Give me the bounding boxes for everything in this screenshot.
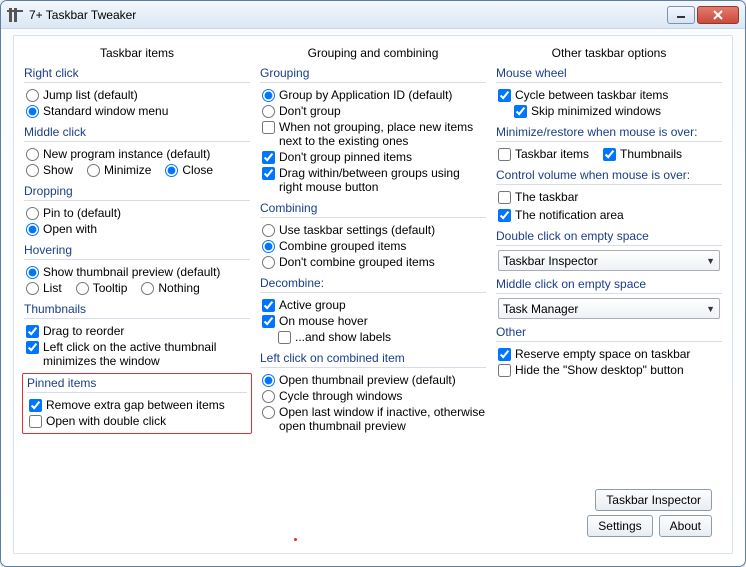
radio-cycle-windows[interactable] [262,390,275,403]
check-reserve-empty-space[interactable] [498,348,511,361]
column-taskbar-items: Taskbar items Right click Jump list (def… [22,44,252,545]
taskbar-inspector-button[interactable]: Taskbar Inspector [595,489,712,511]
group-hovering: Hovering [24,243,252,257]
group-right-click: Right click [24,66,252,80]
annotation-dot [294,538,297,541]
radio-open-with[interactable] [26,223,39,236]
radio-nothing[interactable] [141,282,154,295]
group-middle-click: Middle click [24,125,252,139]
check-drag-to-reorder[interactable] [26,325,39,338]
minimize-button[interactable] [667,6,695,24]
radio-use-taskbar-settings[interactable] [262,224,275,237]
dropdown-dblclick-value: Taskbar Inspector [503,254,598,268]
column-grouping-combining: Grouping and combining Grouping Group by… [258,44,488,545]
radio-open-thumbnail-preview[interactable] [262,374,275,387]
group-combining: Combining [260,201,488,215]
group-grouping: Grouping [260,66,488,80]
dropdown-dblclick[interactable]: Taskbar Inspector ▼ [498,250,720,271]
radio-combine-grouped[interactable] [262,240,275,253]
radio-dont-group[interactable] [262,105,275,118]
radio-group-by-appid[interactable] [262,89,275,102]
check-active-group[interactable] [262,299,275,312]
app-icon [7,7,23,23]
radio-jump-list[interactable] [26,89,39,102]
check-remove-extra-gap[interactable] [29,399,42,412]
radio-new-program-instance[interactable] [26,148,39,161]
check-skip-minimized[interactable] [514,105,527,118]
group-mouse-wheel: Mouse wheel [496,66,724,80]
dropdown-midclick-value: Task Manager [503,302,578,316]
check-hide-show-desktop[interactable] [498,364,511,377]
radio-pin-to[interactable] [26,207,39,220]
group-decombine: Decombine: [260,276,488,290]
check-leftclick-thumbnail-minimize[interactable] [26,341,39,354]
radio-list[interactable] [26,282,39,295]
pinned-items-highlight: Pinned items Remove extra gap between it… [22,373,252,434]
titlebar[interactable]: 7+ Taskbar Tweaker [1,1,745,29]
col2-title: Grouping and combining [258,46,488,60]
check-notification-area[interactable] [498,209,511,222]
check-thumbnails[interactable] [603,148,616,161]
about-button[interactable]: About [659,515,712,537]
client-area: Taskbar items Right click Jump list (def… [13,35,733,554]
radio-minimize[interactable] [87,164,100,177]
window-title: 7+ Taskbar Tweaker [29,8,136,22]
radio-standard-window-menu[interactable] [26,105,39,118]
settings-button[interactable]: Settings [587,515,652,537]
radio-open-last-window[interactable] [262,406,275,419]
check-open-double-click[interactable] [29,415,42,428]
check-dont-group-pinned[interactable] [262,151,275,164]
check-on-mouse-hover[interactable] [262,315,275,328]
check-taskbar-items[interactable] [498,148,511,161]
col3-title: Other taskbar options [494,46,724,60]
check-cycle-taskbar-items[interactable] [498,89,511,102]
group-leftclick-combined: Left click on combined item [260,351,488,365]
check-drag-within-groups[interactable] [262,167,275,180]
group-other: Other [496,325,724,339]
column-other-options: Other taskbar options Mouse wheel Cycle … [494,44,724,545]
col1-title: Taskbar items [22,46,252,60]
check-the-taskbar[interactable] [498,191,511,204]
group-dblclick-empty: Double click on empty space [496,229,724,243]
group-pinned-items: Pinned items [27,376,249,390]
chevron-down-icon: ▼ [706,304,715,314]
group-midclick-empty: Middle click on empty space [496,277,724,291]
chevron-down-icon: ▼ [706,256,715,266]
radio-tooltip[interactable] [76,282,89,295]
radio-show[interactable] [26,164,39,177]
check-place-new-next[interactable] [262,121,275,134]
group-minimize-restore: Minimize/restore when mouse is over: [496,125,724,139]
group-dropping: Dropping [24,184,252,198]
radio-close[interactable] [165,164,178,177]
app-window: 7+ Taskbar Tweaker Taskbar items Right c… [0,0,746,567]
radio-show-thumbnail-preview[interactable] [26,266,39,279]
dropdown-midclick[interactable]: Task Manager ▼ [498,298,720,319]
bottom-buttons: Taskbar Inspector Settings About [587,485,716,537]
radio-dont-combine-grouped[interactable] [262,256,275,269]
group-thumbnails: Thumbnails [24,302,252,316]
group-control-volume: Control volume when mouse is over: [496,168,724,182]
check-and-show-labels[interactable] [278,331,291,344]
window-buttons [665,6,739,24]
close-button[interactable] [697,6,739,24]
